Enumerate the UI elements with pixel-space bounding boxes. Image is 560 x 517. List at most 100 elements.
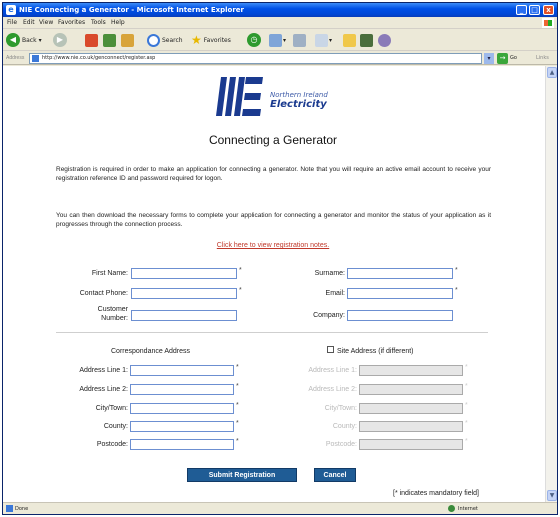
menu-edit[interactable]: Edit xyxy=(23,19,35,26)
first-name-input[interactable] xyxy=(131,268,237,279)
minimize-button[interactable]: _ xyxy=(516,5,527,15)
surname-input[interactable] xyxy=(347,268,453,279)
corr-postcode-required: * xyxy=(236,438,239,445)
vertical-scrollbar[interactable]: ▲ ▼ xyxy=(545,66,557,502)
site-city-required: * xyxy=(465,402,468,409)
site-address-line-1-input[interactable] xyxy=(359,365,463,376)
close-button[interactable]: x xyxy=(543,5,554,15)
title-bar: e NIE Connecting a Generator - Microsoft… xyxy=(3,3,557,17)
corr-city-required: * xyxy=(236,402,239,409)
back-arrow-icon: ◀ xyxy=(6,33,20,47)
corr-address-line-1-required: * xyxy=(236,364,239,371)
menu-tools[interactable]: Tools xyxy=(91,19,106,26)
star-icon: ★ xyxy=(191,33,202,47)
search-button[interactable]: Search xyxy=(147,32,183,48)
links-button[interactable]: Links xyxy=(536,55,549,61)
corr-county-label: County: xyxy=(103,423,128,430)
refresh-button[interactable] xyxy=(103,32,116,48)
contact-phone-input[interactable] xyxy=(131,288,237,299)
chevron-down-icon: ▾ xyxy=(283,36,287,44)
folder-button[interactable] xyxy=(343,32,356,48)
customer-number-label-line2: Number: xyxy=(101,315,128,322)
corr-postcode-label: Postcode: xyxy=(96,441,128,448)
menu-favorites[interactable]: Favorites xyxy=(58,19,85,26)
address-label: Address xyxy=(6,55,25,61)
corr-county-input[interactable] xyxy=(130,421,234,432)
site-address-line-2-input[interactable] xyxy=(359,384,463,395)
refresh-icon xyxy=(103,33,116,47)
scroll-up-icon[interactable]: ▲ xyxy=(547,67,557,78)
intro-paragraph-2: You can then download the necessary form… xyxy=(56,212,491,228)
menu-help[interactable]: Help xyxy=(111,19,125,26)
email-input[interactable] xyxy=(347,288,453,299)
site-address-line-2-label: Address Line 2: xyxy=(308,386,357,393)
registration-notes-link[interactable]: Click here to view registration notes. xyxy=(41,242,505,249)
corr-county-required: * xyxy=(236,420,239,427)
browser-window: e NIE Connecting a Generator - Microsoft… xyxy=(2,2,558,515)
page-title: Connecting a Generator xyxy=(208,133,338,147)
corr-postcode-input[interactable] xyxy=(130,439,234,450)
site-county-input[interactable] xyxy=(359,421,463,432)
surname-label: Surname: xyxy=(314,270,345,277)
scroll-down-icon[interactable]: ▼ xyxy=(547,490,557,501)
go-arrow-icon[interactable]: → xyxy=(497,53,508,64)
customer-number-label-line1: Customer xyxy=(97,306,128,313)
edit-button[interactable]: ▾ xyxy=(315,32,332,48)
back-button[interactable]: ◀ Back ▾ xyxy=(6,32,42,48)
forward-button[interactable]: ▶ xyxy=(53,32,67,48)
research-button[interactable] xyxy=(360,32,373,48)
go-button[interactable]: Go xyxy=(510,55,517,61)
nie-logo: Northern Ireland Electricity xyxy=(213,74,333,130)
corr-address-line-1-label: Address Line 1: xyxy=(79,367,128,374)
site-address-checkbox[interactable] xyxy=(327,346,334,353)
menu-file[interactable]: File xyxy=(7,19,17,26)
corr-city-input[interactable] xyxy=(130,403,234,414)
folder-icon xyxy=(343,33,356,47)
site-address-line-1-required: * xyxy=(465,364,468,371)
site-address-line-1-label: Address Line 1: xyxy=(308,367,357,374)
logo-text-northern-ireland: Northern Ireland xyxy=(270,91,328,99)
site-address-heading: Site Address (if different) xyxy=(337,348,414,355)
site-postcode-label: Postcode: xyxy=(325,441,357,448)
site-postcode-required: * xyxy=(465,438,468,445)
windows-flag-icon xyxy=(542,18,554,28)
stop-icon xyxy=(85,33,98,47)
messenger-icon xyxy=(378,33,391,47)
history-button[interactable]: ◷ xyxy=(247,32,261,48)
corr-city-label: City/Town: xyxy=(95,405,128,412)
menu-view[interactable]: View xyxy=(39,19,53,26)
site-postcode-input[interactable] xyxy=(359,439,463,450)
company-input[interactable] xyxy=(347,310,453,321)
corr-address-line-1-input[interactable] xyxy=(130,365,234,376)
email-required: * xyxy=(455,287,458,294)
cancel-button[interactable]: Cancel xyxy=(314,468,356,482)
window-title: NIE Connecting a Generator - Microsoft I… xyxy=(19,6,245,14)
chevron-down-icon: ▾ xyxy=(329,36,333,44)
site-city-input[interactable] xyxy=(359,403,463,414)
maximize-button[interactable]: □ xyxy=(529,5,540,15)
corr-address-line-2-input[interactable] xyxy=(130,384,234,395)
address-input[interactable]: http://www.nie.co.uk/genconnect/register… xyxy=(29,53,482,64)
address-dropdown[interactable]: ▾ xyxy=(484,53,494,64)
page-icon xyxy=(32,55,39,62)
print-button[interactable] xyxy=(293,32,306,48)
intro-paragraph-1: Registration is required in order to mak… xyxy=(56,166,491,182)
submit-registration-button[interactable]: Submit Registration xyxy=(187,468,297,482)
correspondence-address-heading: Correspondance Address xyxy=(111,348,190,355)
edit-icon xyxy=(315,33,328,47)
messenger-button[interactable] xyxy=(378,32,391,48)
corr-address-line-2-label: Address Line 2: xyxy=(79,386,128,393)
mail-icon xyxy=(269,33,282,47)
stop-button[interactable] xyxy=(85,32,98,48)
contact-phone-required: * xyxy=(239,287,242,294)
mail-button[interactable]: ▾ xyxy=(269,32,286,48)
customer-number-input[interactable] xyxy=(131,310,237,321)
site-address-line-2-required: * xyxy=(465,383,468,390)
address-url: http://www.nie.co.uk/genconnect/register… xyxy=(42,55,156,61)
contact-phone-label: Contact Phone: xyxy=(79,290,128,297)
print-icon xyxy=(293,33,306,47)
first-name-required: * xyxy=(239,267,242,274)
favorites-button[interactable]: ★ Favorites xyxy=(191,32,231,48)
company-label: Company: xyxy=(313,312,345,319)
home-button[interactable] xyxy=(121,32,134,48)
